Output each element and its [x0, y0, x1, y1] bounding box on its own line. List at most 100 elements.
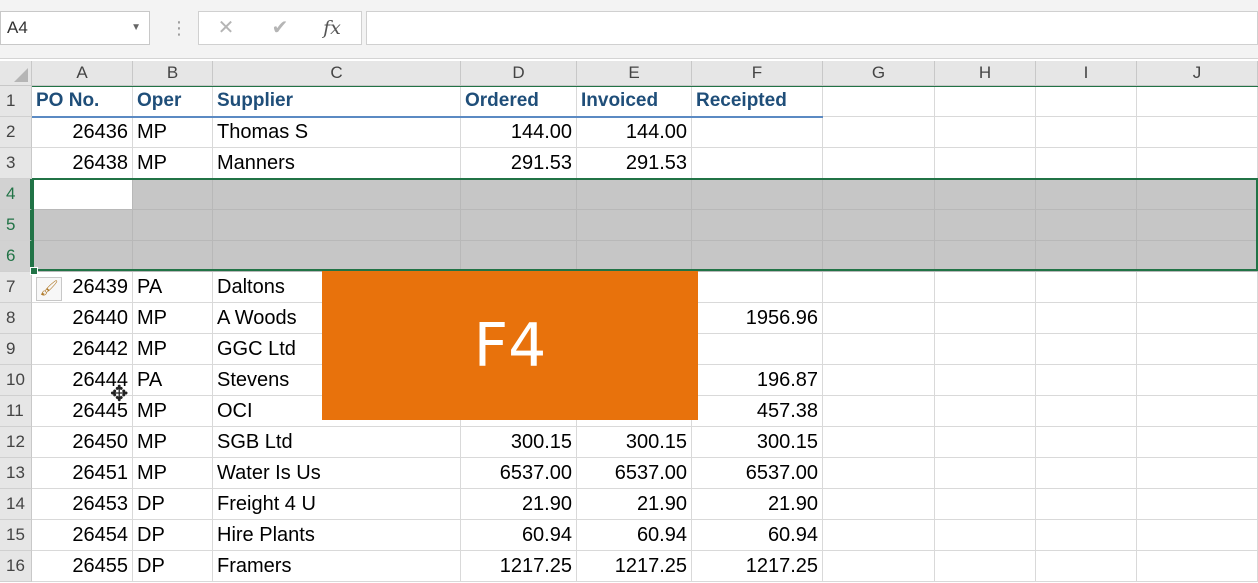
- cell-h6[interactable]: [935, 241, 1036, 272]
- cell-f3[interactable]: [692, 148, 823, 179]
- cell-f5[interactable]: [692, 210, 823, 241]
- cell-j4[interactable]: [1137, 179, 1258, 210]
- cell-b1[interactable]: Oper: [133, 86, 213, 117]
- column-header-f[interactable]: F: [692, 61, 823, 86]
- cell-c2[interactable]: Thomas S: [213, 117, 461, 148]
- row-header-1[interactable]: 1: [0, 86, 32, 117]
- cell-h7[interactable]: [935, 272, 1036, 303]
- more-options-icon[interactable]: ⋮: [170, 12, 188, 44]
- cell-i15[interactable]: [1036, 520, 1137, 551]
- cell-c1[interactable]: Supplier: [213, 86, 461, 117]
- cell-b6[interactable]: [133, 241, 213, 272]
- cell-j8[interactable]: [1137, 303, 1258, 334]
- cell-e12[interactable]: 300.15: [577, 427, 692, 458]
- cell-g9[interactable]: [823, 334, 935, 365]
- row-header-9[interactable]: 9: [0, 334, 32, 365]
- cell-a8[interactable]: 26440: [32, 303, 133, 334]
- cell-f16[interactable]: 1217.25: [692, 551, 823, 582]
- column-header-c[interactable]: C: [213, 61, 461, 86]
- cell-c15[interactable]: Hire Plants: [213, 520, 461, 551]
- cell-b14[interactable]: DP: [133, 489, 213, 520]
- cell-f11[interactable]: 457.38: [692, 396, 823, 427]
- cell-a4[interactable]: [32, 179, 133, 210]
- row-header-10[interactable]: 10: [0, 365, 32, 396]
- cell-b10[interactable]: PA: [133, 365, 213, 396]
- cell-b9[interactable]: MP: [133, 334, 213, 365]
- cell-h9[interactable]: [935, 334, 1036, 365]
- cell-j5[interactable]: [1137, 210, 1258, 241]
- cell-i10[interactable]: [1036, 365, 1137, 396]
- row-header-11[interactable]: 11: [0, 396, 32, 427]
- cell-h1[interactable]: [935, 86, 1036, 117]
- cell-j16[interactable]: [1137, 551, 1258, 582]
- cell-i16[interactable]: [1036, 551, 1137, 582]
- cell-a9[interactable]: 26442: [32, 334, 133, 365]
- column-header-e[interactable]: E: [577, 61, 692, 86]
- row-header-16[interactable]: 16: [0, 551, 32, 582]
- formula-input[interactable]: [366, 11, 1258, 45]
- cell-f2[interactable]: [692, 117, 823, 148]
- enter-icon[interactable]: ✔: [265, 12, 295, 44]
- cell-c4[interactable]: [213, 179, 461, 210]
- cell-g11[interactable]: [823, 396, 935, 427]
- cell-b16[interactable]: DP: [133, 551, 213, 582]
- cell-f10[interactable]: 196.87: [692, 365, 823, 396]
- select-all-button[interactable]: [0, 61, 32, 86]
- column-header-g[interactable]: G: [823, 61, 935, 86]
- cell-g13[interactable]: [823, 458, 935, 489]
- cell-e4[interactable]: [577, 179, 692, 210]
- cell-g6[interactable]: [823, 241, 935, 272]
- cell-i4[interactable]: [1036, 179, 1137, 210]
- cell-b3[interactable]: MP: [133, 148, 213, 179]
- cell-f13[interactable]: 6537.00: [692, 458, 823, 489]
- cell-b2[interactable]: MP: [133, 117, 213, 148]
- cell-g4[interactable]: [823, 179, 935, 210]
- cell-d14[interactable]: 21.90: [461, 489, 577, 520]
- cell-b4[interactable]: [133, 179, 213, 210]
- cell-h2[interactable]: [935, 117, 1036, 148]
- cell-f8[interactable]: 1956.96: [692, 303, 823, 334]
- column-header-d[interactable]: D: [461, 61, 577, 86]
- cell-a1[interactable]: PO No.: [32, 86, 133, 117]
- cell-d16[interactable]: 1217.25: [461, 551, 577, 582]
- row-header-5[interactable]: 5: [0, 210, 32, 241]
- row-header-15[interactable]: 15: [0, 520, 32, 551]
- cell-g8[interactable]: [823, 303, 935, 334]
- cell-j3[interactable]: [1137, 148, 1258, 179]
- cell-d13[interactable]: 6537.00: [461, 458, 577, 489]
- row-header-14[interactable]: 14: [0, 489, 32, 520]
- cell-e5[interactable]: [577, 210, 692, 241]
- row-header-2[interactable]: 2: [0, 117, 32, 148]
- cell-b13[interactable]: MP: [133, 458, 213, 489]
- cell-h16[interactable]: [935, 551, 1036, 582]
- cell-i5[interactable]: [1036, 210, 1137, 241]
- cancel-icon[interactable]: ✕: [211, 12, 241, 44]
- cell-i3[interactable]: [1036, 148, 1137, 179]
- cell-h15[interactable]: [935, 520, 1036, 551]
- name-box[interactable]: A4 ▼: [0, 11, 150, 45]
- cell-f7[interactable]: [692, 272, 823, 303]
- cell-d3[interactable]: 291.53: [461, 148, 577, 179]
- cell-f12[interactable]: 300.15: [692, 427, 823, 458]
- chevron-down-icon[interactable]: ▼: [131, 12, 141, 44]
- cell-j2[interactable]: [1137, 117, 1258, 148]
- cell-f6[interactable]: [692, 241, 823, 272]
- cell-e13[interactable]: 6537.00: [577, 458, 692, 489]
- cell-g14[interactable]: [823, 489, 935, 520]
- cell-g15[interactable]: [823, 520, 935, 551]
- insert-function-icon[interactable]: fx: [317, 12, 347, 44]
- cell-f4[interactable]: [692, 179, 823, 210]
- cell-c12[interactable]: SGB Ltd: [213, 427, 461, 458]
- column-header-h[interactable]: H: [935, 61, 1036, 86]
- fill-handle[interactable]: [30, 267, 38, 275]
- cell-j11[interactable]: [1137, 396, 1258, 427]
- cell-c5[interactable]: [213, 210, 461, 241]
- cell-a6[interactable]: [32, 241, 133, 272]
- cell-b12[interactable]: MP: [133, 427, 213, 458]
- cell-a3[interactable]: 26438: [32, 148, 133, 179]
- cell-b8[interactable]: MP: [133, 303, 213, 334]
- cell-j9[interactable]: [1137, 334, 1258, 365]
- cell-i14[interactable]: [1036, 489, 1137, 520]
- cell-f14[interactable]: 21.90: [692, 489, 823, 520]
- cell-i6[interactable]: [1036, 241, 1137, 272]
